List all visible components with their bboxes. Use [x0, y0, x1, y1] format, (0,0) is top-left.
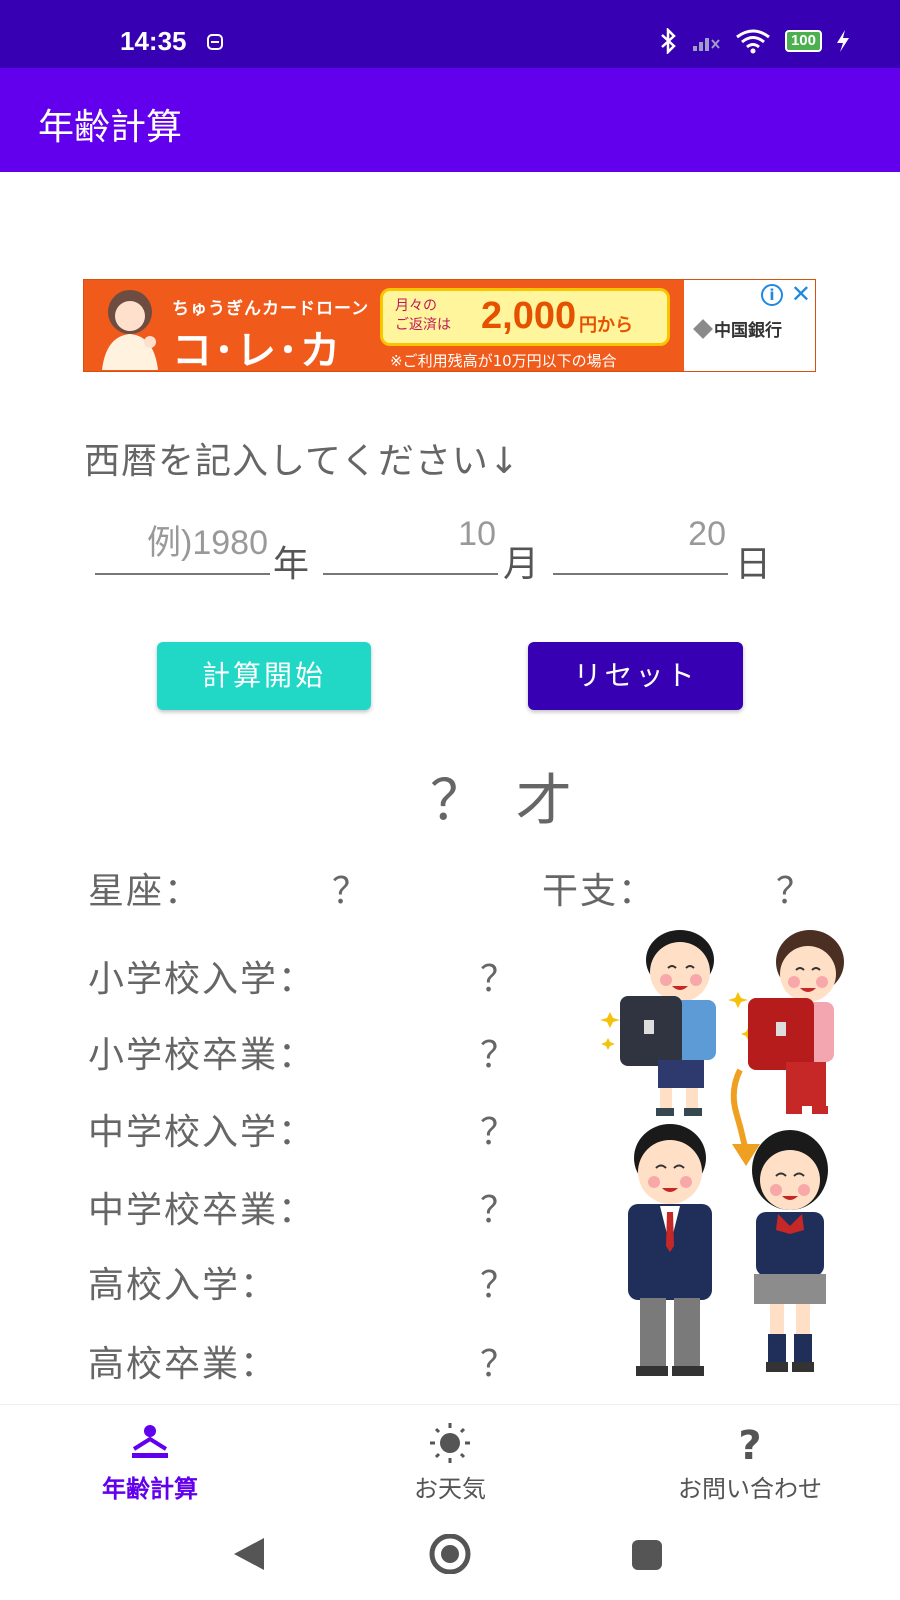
milestone-label: 中学校入学：	[88, 1112, 317, 1153]
date-input-row: 例)1980 年 10 月 20 日	[95, 505, 795, 585]
ad-model-image	[102, 290, 158, 370]
month-input[interactable]: 10	[323, 515, 498, 575]
ad-note: ※ご利用残高が10万円以下の場合	[390, 352, 617, 370]
year-unit-label: 年	[273, 544, 310, 585]
status-bar: 14:35 100	[0, 0, 900, 68]
day-input[interactable]: 20	[553, 515, 728, 575]
eto-label: 干支：	[542, 871, 657, 912]
bottom-navigation: 年齢計算 お天気 ? お問い合わせ	[0, 1404, 900, 1514]
nav-label-age-calc: 年齢計算	[102, 1475, 198, 1503]
eto-value: ？	[776, 871, 813, 912]
zodiac-label: 星座：	[88, 871, 203, 912]
milestone-label: 小学校入学：	[88, 959, 317, 1000]
app-bar: 年齢計算	[0, 68, 900, 172]
status-time: 14:35	[120, 26, 187, 56]
nav-item-age-calc[interactable]: 年齢計算	[0, 1405, 300, 1515]
age-result: ？ 才	[430, 769, 578, 834]
ad-price-caption-line2: ご返済は	[395, 317, 451, 333]
milestone-label: 高校卒業：	[88, 1344, 279, 1385]
recents-icon[interactable]	[630, 1538, 664, 1572]
milestone-value: ？	[480, 1190, 517, 1231]
alarm-icon	[207, 34, 223, 50]
date-prompt: 西暦を記入してください↓	[84, 441, 521, 482]
ad-price-box: 月々の ご返済は 2,000 円から	[380, 288, 670, 346]
sun-icon	[430, 1423, 470, 1463]
battery-indicator: 100	[784, 30, 822, 52]
close-icon[interactable]: ✕	[791, 280, 811, 308]
milestone-label: 小学校卒業：	[88, 1035, 317, 1076]
ad-top-text: ちゅうぎんカードローン	[172, 299, 370, 319]
ad-bank: 中国銀行	[693, 316, 782, 341]
milestone-value: ？	[480, 959, 517, 1000]
month-unit-label: 月	[503, 544, 540, 585]
students-illustration	[600, 930, 844, 1376]
bank-logo-icon	[693, 318, 713, 339]
info-icon[interactable]: i	[761, 284, 783, 306]
nav-item-weather[interactable]: お天気	[300, 1405, 600, 1515]
nav-item-contact[interactable]: ? お問い合わせ	[600, 1405, 900, 1515]
day-unit-label: 日	[735, 544, 772, 585]
ad-logo-text: コ･レ･カ	[172, 328, 342, 372]
ad-banner[interactable]: ちゅうぎんカードローン コ･レ･カ 月々の ご返済は 2,000 円から ※ご利…	[83, 279, 816, 372]
milestone-label: 高校入学：	[88, 1265, 279, 1306]
question-icon: ?	[738, 1423, 761, 1463]
ad-price-unit: 円から	[579, 315, 633, 336]
signal-icon	[692, 38, 720, 51]
reset-button[interactable]: リセット	[528, 642, 743, 710]
system-navigation-bar	[0, 1514, 900, 1600]
ad-price-caption-line1: 月々の	[395, 298, 437, 314]
charging-icon	[837, 30, 849, 52]
ad-price-amount: 2,000	[481, 295, 577, 337]
back-icon[interactable]	[232, 1536, 266, 1572]
svg-text:?: ?	[738, 1423, 761, 1463]
bluetooth-icon	[661, 28, 676, 54]
ad-sponsor-panel: i ✕ 中国銀行	[684, 280, 815, 371]
milestone-value: ？	[480, 1112, 517, 1153]
nav-label-contact: お問い合わせ	[678, 1475, 822, 1503]
nav-label-weather: お天気	[414, 1475, 486, 1503]
ad-bank-name: 中国銀行	[714, 321, 782, 341]
milestone-label: 中学校卒業：	[88, 1190, 317, 1231]
person-icon	[132, 1425, 168, 1458]
wifi-icon	[736, 29, 770, 54]
milestone-value: ？	[480, 1344, 517, 1385]
zodiac-value: ？	[332, 871, 369, 912]
milestone-value: ？	[480, 1035, 517, 1076]
year-input[interactable]: 例)1980	[95, 515, 270, 575]
milestone-value: ？	[480, 1265, 517, 1306]
app-title: 年齢計算	[38, 107, 183, 148]
ad-price-caption: 月々の ご返済は	[395, 297, 451, 335]
home-icon[interactable]	[426, 1534, 474, 1574]
calculate-button[interactable]: 計算開始	[157, 642, 371, 710]
